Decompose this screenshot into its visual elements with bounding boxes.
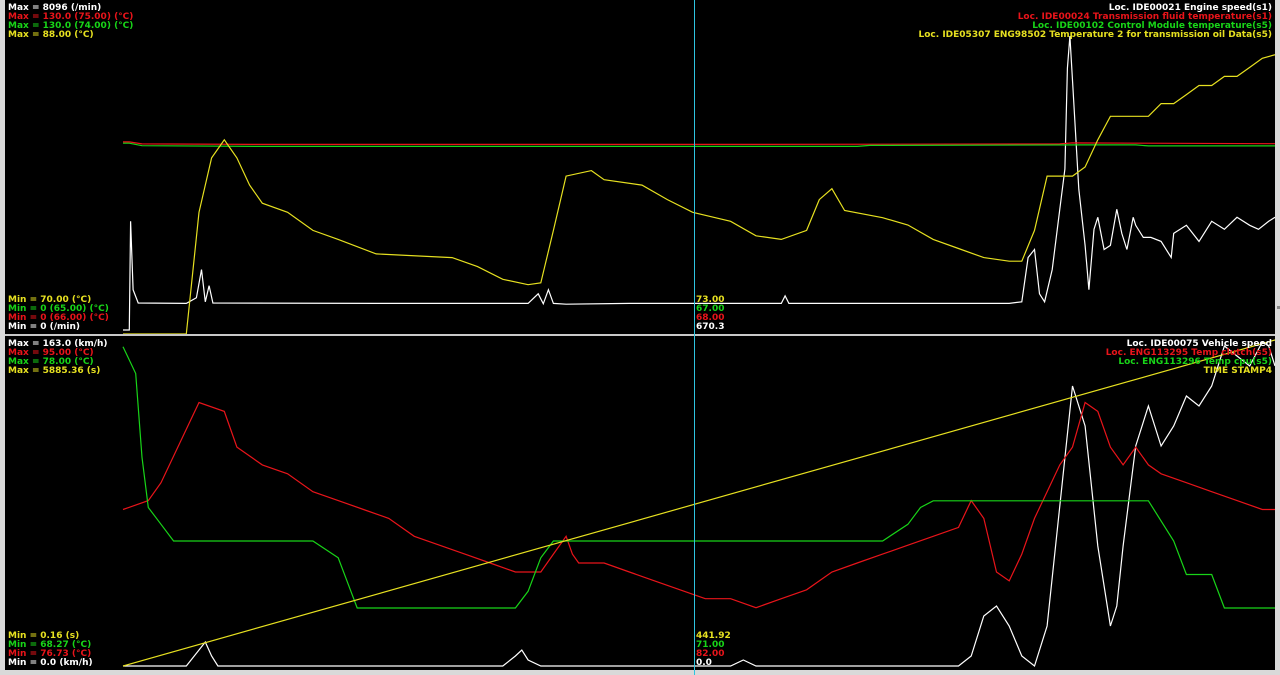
max-label-yellow: Max = 88.00 (°C): [8, 30, 94, 40]
cursor-value-white: 0.0: [696, 658, 712, 668]
top-plot-area[interactable]: [5, 0, 1275, 334]
legend-entry-yellow: Loc. IDE05307 ENG98502 Temperature 2 for…: [918, 30, 1272, 40]
series-line-green: [122, 346, 1275, 609]
series-line-yellow: [122, 339, 1275, 667]
time-cursor-line[interactable]: [694, 0, 695, 675]
legend-entry-yellow: TIME STAMP4: [1203, 366, 1272, 376]
min-label-white: Min = 0 (/min): [8, 322, 81, 332]
bottom-plot-area[interactable]: [5, 336, 1275, 670]
cursor-value-white: 670.3: [696, 322, 725, 332]
min-label-white: Min = 0.0 (km/h): [8, 658, 93, 668]
max-label-yellow: Max = 5885.36 (s): [8, 366, 101, 376]
top-chart-panel[interactable]: Max = 8096 (/min) Max = 130.0 (75.00) (°C…: [5, 0, 1275, 334]
bottom-chart-panel[interactable]: Max = 163.0 (km/h) Max = 95.00 (°C) Max = …: [5, 336, 1275, 670]
series-line-yellow: [123, 54, 1275, 334]
series-line-red: [123, 141, 1275, 145]
series-line-white: [123, 36, 1275, 331]
